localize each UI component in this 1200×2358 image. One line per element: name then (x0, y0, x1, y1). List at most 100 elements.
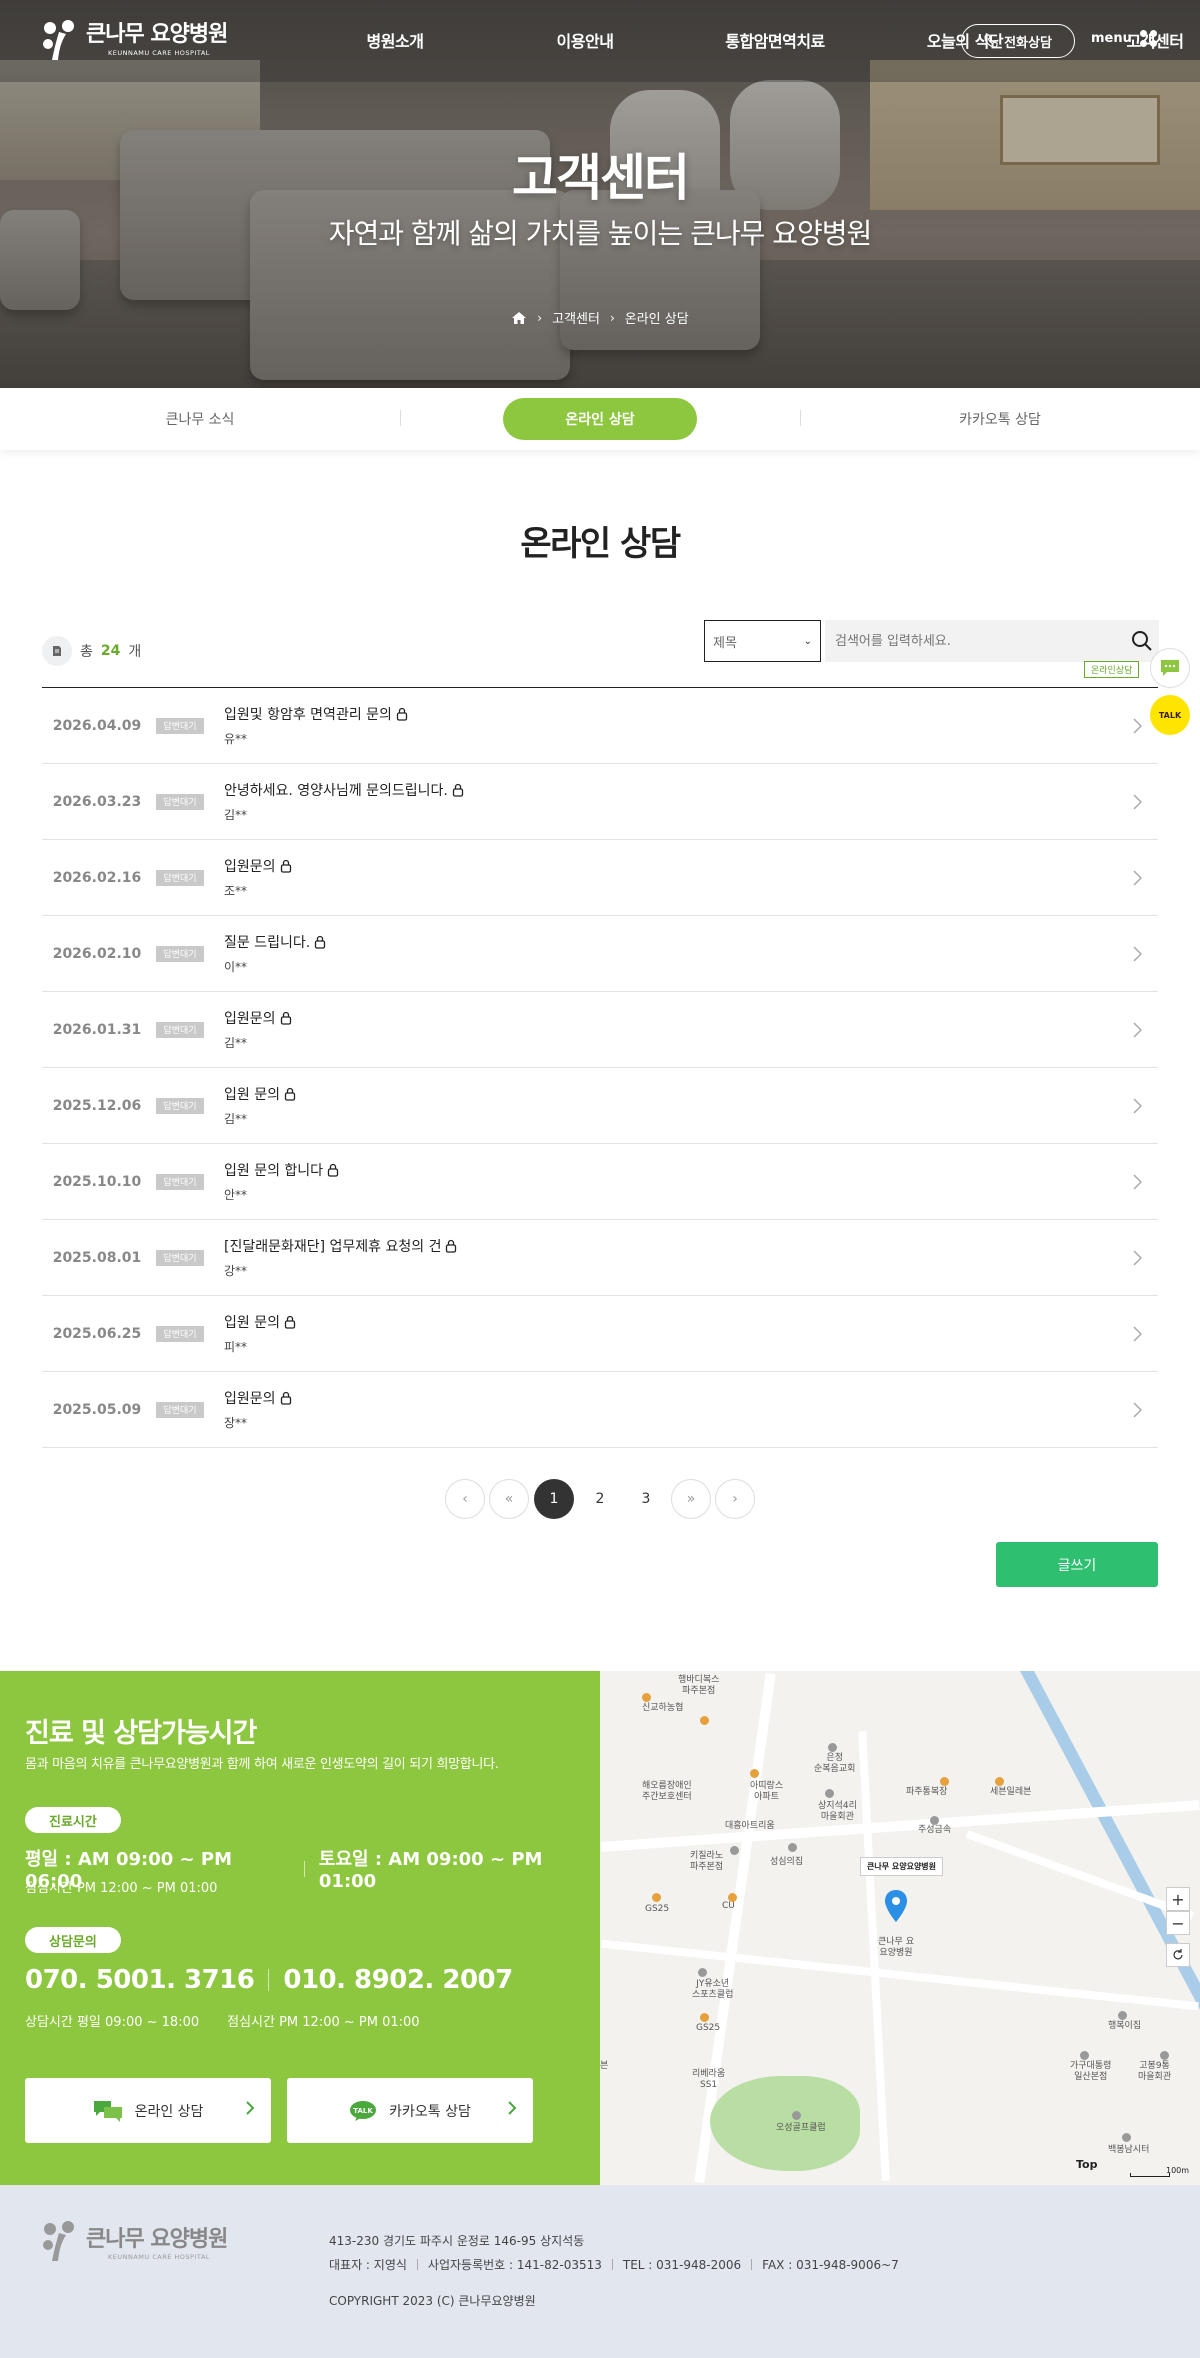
online-consult-button[interactable]: 온라인 상담 (25, 2078, 271, 2143)
site-logo[interactable]: 큰나무 요양병원 KEUNNAMU CARE HOSPITAL (40, 18, 228, 62)
next-page-button[interactable]: › (715, 1479, 755, 1519)
map-river (1020, 1671, 1200, 2031)
post-title[interactable]: 질문 드립니다. (224, 932, 310, 952)
tab-kakao-consult[interactable]: 카카오톡 상담 (800, 388, 1200, 450)
post-title[interactable]: 입원및 항암후 면역관리 문의 (224, 704, 392, 724)
post-title[interactable]: 입원문의 (224, 1388, 276, 1408)
map-poi-marker[interactable] (698, 1968, 707, 1977)
last-page-button[interactable]: » (671, 1479, 711, 1519)
footer-address: 413-230 경기도 파주시 운정로 146-95 상지석동 (329, 2232, 584, 2249)
post-content: 입원 문의 합니다안** (224, 1160, 339, 1203)
zoom-in-button[interactable]: + (1166, 1887, 1190, 1911)
menu-button[interactable]: menu (1091, 30, 1157, 47)
breadcrumb-item[interactable]: 온라인 상담 (625, 308, 689, 327)
write-button[interactable]: 글쓰기 (996, 1542, 1158, 1587)
table-row[interactable]: 2025.08.01 답변대기 [진달래문화재단] 업무제휴 요청의 건 강** (42, 1220, 1158, 1296)
search-button[interactable] (1131, 630, 1153, 656)
map-label: 븐 (600, 2061, 609, 2071)
post-date: 2026.02.10 (52, 945, 142, 962)
map-poi-marker[interactable] (1080, 2051, 1089, 2060)
post-title[interactable]: 안녕하세요. 영양사님께 문의드립니다. (224, 780, 448, 800)
total-count: 총 24 개 (42, 636, 141, 666)
post-writer: 장** (224, 1416, 248, 1430)
tab-news[interactable]: 큰나무 소식 (0, 388, 400, 450)
home-icon[interactable] (511, 311, 527, 325)
page-number[interactable]: 3 (625, 1479, 667, 1519)
post-writer: 김** (224, 808, 248, 822)
kakao-talk-button[interactable]: TALK (1150, 695, 1190, 735)
chevron-right-icon (1133, 718, 1143, 738)
map-poi-marker[interactable] (940, 1777, 949, 1786)
table-row[interactable]: 2026.02.16 답변대기 입원문의 조** (42, 840, 1158, 916)
map-poi-marker[interactable] (652, 1893, 661, 1902)
breadcrumb-item[interactable]: 고객센터 (552, 308, 600, 327)
post-writer: 안** (224, 1188, 248, 1202)
map-poi-marker[interactable] (700, 2013, 709, 2022)
chevron-right-icon (507, 2100, 517, 2120)
chevron-right-icon: › (537, 310, 543, 325)
post-title[interactable]: 입원문의 (224, 856, 276, 876)
page-number[interactable]: 2 (579, 1479, 621, 1519)
tab-online-consult[interactable]: 온라인 상담 (400, 388, 800, 450)
table-row[interactable]: 2025.05.09 답변대기 입원문의 장** (42, 1372, 1158, 1448)
map-poi-marker[interactable] (642, 1693, 651, 1702)
map-poi-marker[interactable] (728, 1893, 737, 1902)
map-label: 성심의집 (770, 1857, 804, 1867)
chevron-right-icon (1133, 1326, 1143, 1346)
location-map[interactable]: 신교하농협 행바디복스 파주본점 해오름장애인 주간보호센터 아띠랑스 아파트 은정 순… (600, 1671, 1200, 2185)
phone-consult-button[interactable]: 전화상담 (961, 24, 1075, 58)
post-title[interactable]: 입원 문의 (224, 1084, 280, 1104)
footer-logo-subtitle: KEUNNAMU CARE HOSPITAL (108, 2253, 210, 2261)
phone-number[interactable]: 010. 8902. 2007 (283, 1965, 513, 1995)
post-title[interactable]: 입원 문의 합니다 (224, 1160, 323, 1180)
table-row[interactable]: 2026.03.23 답변대기 안녕하세요. 영양사님께 문의드립니다. 김** (42, 764, 1158, 840)
quick-online-consult-button[interactable] (1150, 648, 1190, 688)
first-page-button[interactable]: « (489, 1479, 529, 1519)
post-content: 입원 문의 피** (224, 1312, 296, 1355)
map-poi-marker[interactable] (730, 1846, 739, 1855)
table-row[interactable]: 2026.04.09 답변대기 입원및 항암후 면역관리 문의 유** (42, 688, 1158, 764)
footer-fax: FAX : 031-948-9006~7 (762, 2257, 899, 2272)
map-poi-marker[interactable] (788, 1843, 797, 1852)
nav-item-about[interactable]: 병원소개 (300, 28, 490, 52)
table-row[interactable]: 2026.01.31 답변대기 입원문의 김** (42, 992, 1158, 1068)
table-row[interactable]: 2025.10.10 답변대기 입원 문의 합니다 안** (42, 1144, 1158, 1220)
phone-number[interactable]: 070. 5001. 3716 (25, 1965, 255, 1995)
table-row[interactable]: 2025.06.25 답변대기 입원 문의 피** (42, 1296, 1158, 1372)
map-reset-button[interactable] (1166, 1943, 1190, 1967)
prev-page-button[interactable]: ‹ (445, 1479, 485, 1519)
map-poi-marker[interactable] (700, 1716, 709, 1725)
table-row[interactable]: 2026.02.10 답변대기 질문 드립니다. 이** (42, 916, 1158, 992)
map-poi-marker[interactable] (825, 1789, 834, 1798)
post-title[interactable]: [진달래문화재단] 업무제휴 요청의 건 (224, 1236, 441, 1256)
chat-bubble-icon (1161, 660, 1179, 676)
kakao-consult-button[interactable]: TALK 카카오톡 상담 (287, 2078, 533, 2143)
map-poi-marker[interactable] (1160, 2051, 1169, 2060)
nav-item-guide[interactable]: 이용안내 (490, 28, 680, 52)
breadcrumb: › 고객센터 › 온라인 상담 (0, 308, 1200, 327)
map-poi-marker[interactable] (930, 1816, 939, 1825)
map-poi-marker[interactable] (995, 1777, 1004, 1786)
zoom-out-button[interactable]: − (1166, 1911, 1190, 1935)
map-poi-marker[interactable] (1122, 2133, 1131, 2142)
post-title[interactable]: 입원 문의 (224, 1312, 280, 1332)
map-pin-icon[interactable] (884, 1889, 908, 1927)
table-row[interactable]: 2025.12.06 답변대기 입원 문의 김** (42, 1068, 1158, 1144)
chevron-down-icon: ⌄ (803, 635, 812, 647)
nav-item-cancer-therapy[interactable]: 통합암면역치료 (680, 28, 870, 52)
search-field-select[interactable]: 제목 ⌄ (704, 620, 821, 662)
post-title[interactable]: 입원문의 (224, 1008, 276, 1028)
map-poi-marker[interactable] (792, 2111, 801, 2120)
phone-icon (984, 34, 998, 48)
map-poi-marker[interactable] (750, 1769, 759, 1778)
map-road (965, 1830, 1195, 1920)
svg-text:TALK: TALK (353, 2107, 373, 2115)
map-poi-marker[interactable] (1118, 2011, 1127, 2020)
status-badge: 답변대기 (156, 945, 204, 962)
menu-label: menu (1091, 31, 1132, 46)
map-poi-marker[interactable] (828, 1743, 837, 1752)
search-input[interactable] (825, 620, 1159, 662)
page-number[interactable]: 1 (533, 1479, 575, 1519)
status-badge: 답변대기 (156, 1249, 204, 1266)
lunch-hours: 점심시간 PM 12:00 ~ PM 01:00 (25, 1881, 218, 1896)
